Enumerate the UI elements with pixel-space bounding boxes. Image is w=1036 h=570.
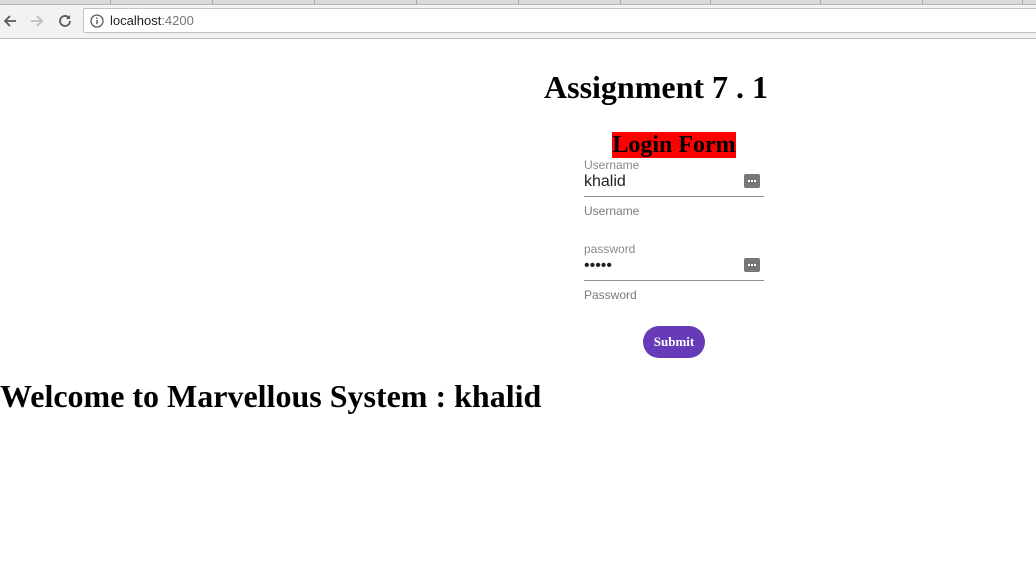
forward-button[interactable]	[27, 11, 47, 31]
username-label: Username	[584, 158, 640, 172]
tab[interactable]	[1022, 0, 1023, 4]
reload-button[interactable]	[55, 11, 75, 31]
browser-toolbar: localhost:4200	[0, 5, 1036, 39]
tab[interactable]	[620, 0, 621, 4]
tab[interactable]	[314, 0, 315, 4]
password-label: password	[584, 242, 636, 256]
forward-arrow-icon	[31, 15, 44, 27]
username-input[interactable]	[584, 172, 740, 192]
autofill-key-icon[interactable]	[744, 258, 760, 272]
tab[interactable]	[518, 0, 519, 4]
tab[interactable]	[212, 0, 213, 4]
password-field: password Password	[584, 242, 764, 312]
password-input[interactable]	[584, 256, 740, 276]
reload-icon	[59, 15, 71, 27]
password-underline	[584, 280, 764, 281]
autofill-key-icon[interactable]	[744, 174, 760, 188]
url-text: localhost:4200	[110, 13, 194, 28]
form-heading: Login Form	[612, 132, 736, 158]
username-hint: Username	[584, 204, 640, 218]
tab[interactable]	[710, 0, 711, 4]
info-icon[interactable]	[90, 14, 104, 28]
page-title: Assignment 7 . 1	[544, 69, 769, 105]
back-arrow-icon	[3, 15, 16, 27]
welcome-message: Welcome to Marvellous System : khalid	[0, 378, 542, 414]
url-host: localhost	[110, 13, 162, 28]
tab[interactable]	[110, 0, 111, 4]
username-field: Username Username	[584, 158, 764, 228]
password-hint: Password	[584, 288, 637, 302]
back-button[interactable]	[0, 11, 20, 31]
tab[interactable]	[416, 0, 417, 4]
tab[interactable]	[922, 0, 923, 4]
tab[interactable]	[820, 0, 821, 4]
url-port: :4200	[161, 13, 194, 28]
username-underline	[584, 196, 764, 197]
submit-button[interactable]: Submit	[643, 326, 705, 358]
address-bar[interactable]: localhost:4200	[83, 8, 1036, 33]
